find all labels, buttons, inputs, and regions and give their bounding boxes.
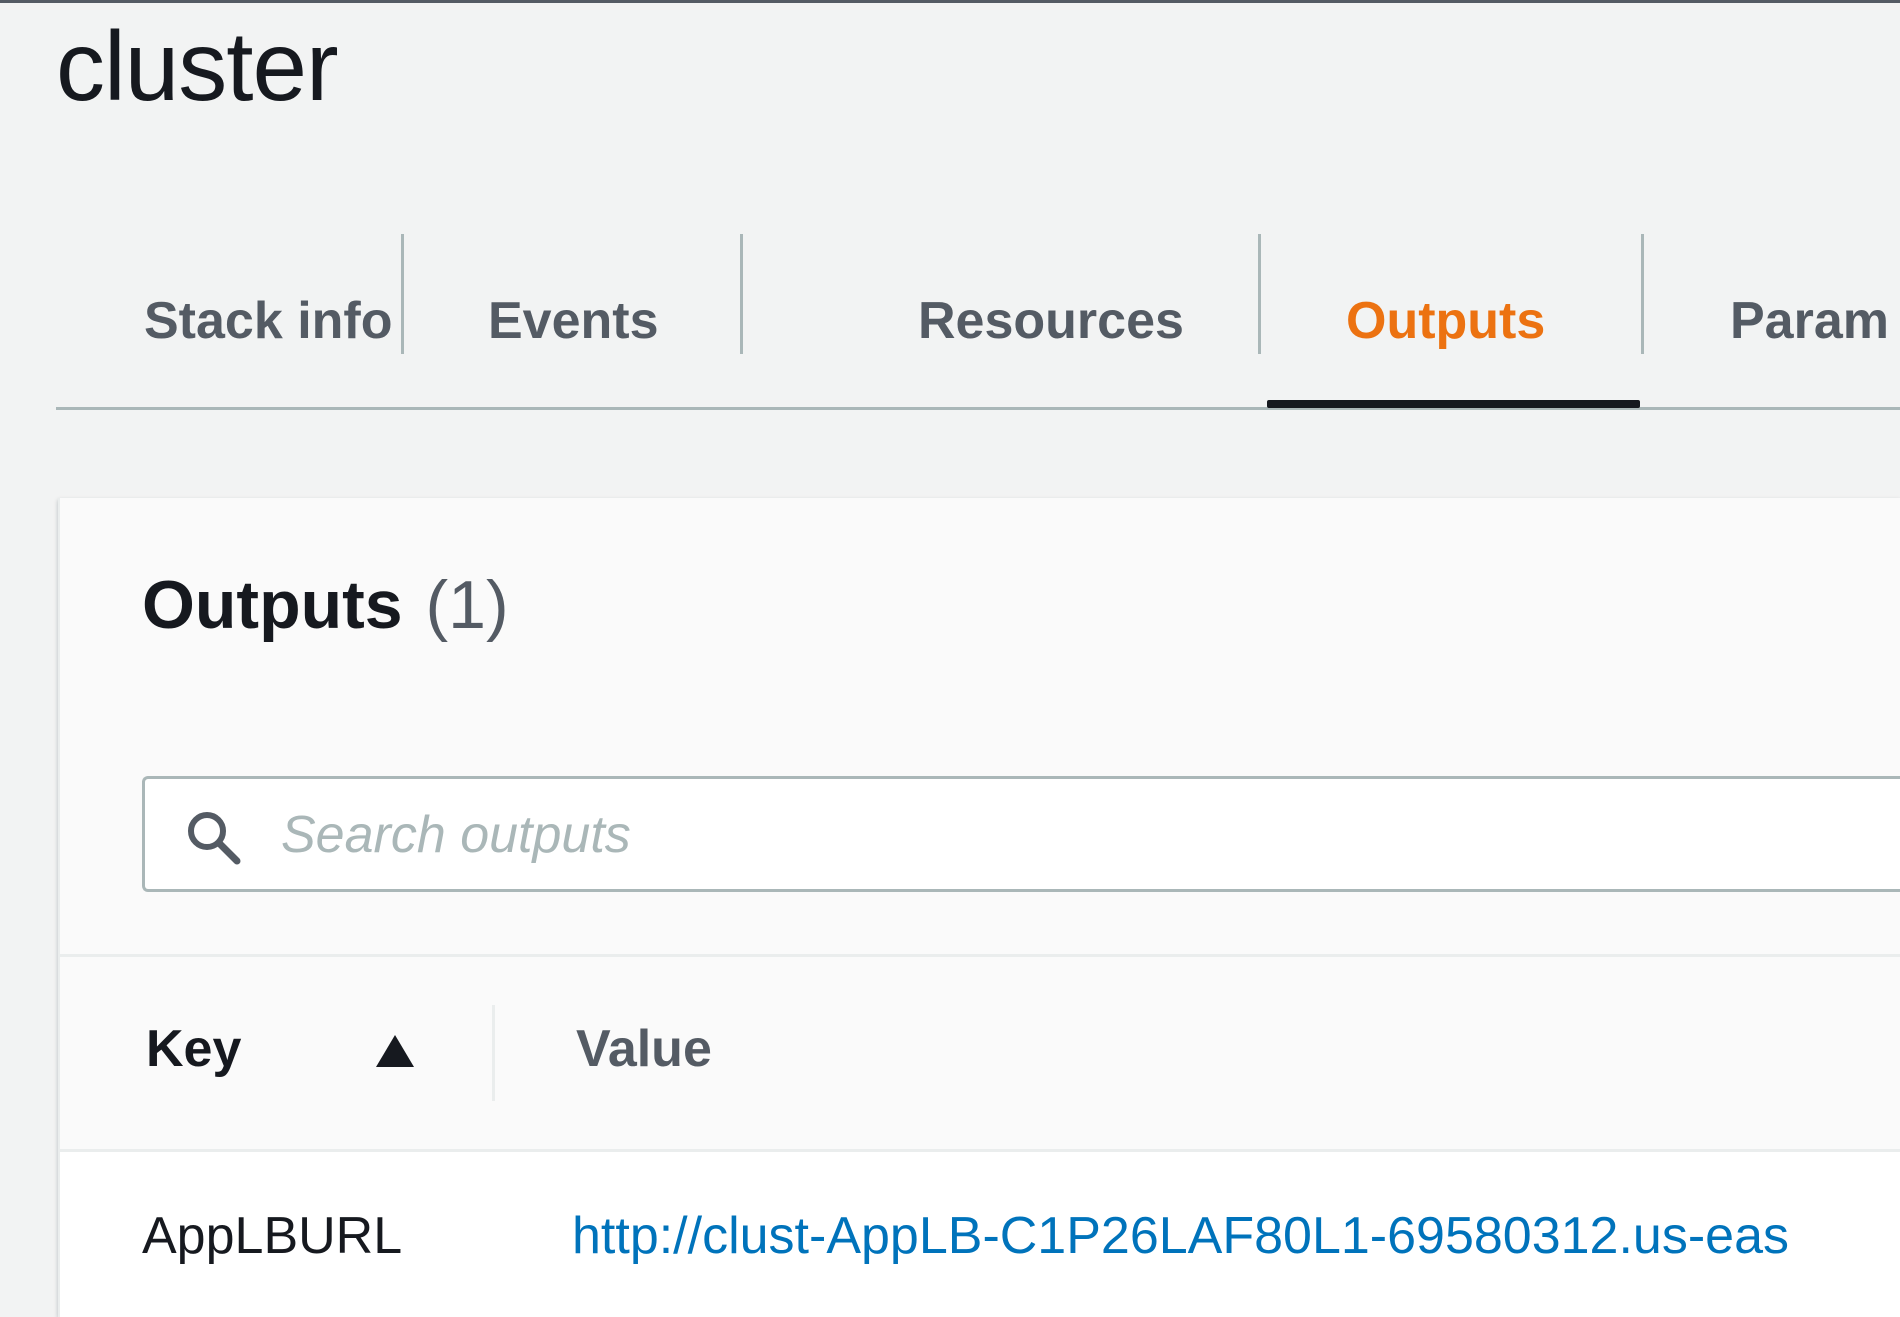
table-header: Key Value: [60, 957, 1900, 1149]
tab-outputs[interactable]: Outputs: [1346, 232, 1545, 410]
output-value-link[interactable]: http://clust-AppLB-C1P26LAF80L1-69580312…: [572, 1206, 1789, 1266]
tab-separator: [740, 234, 743, 354]
search-box: [142, 776, 1900, 892]
tab-separator: [401, 234, 404, 354]
table-row: AppLBURL http://clust-AppLB-C1P26LAF80L1…: [60, 1152, 1900, 1317]
tab-resources[interactable]: Resources: [918, 232, 1184, 410]
active-tab-indicator: [1267, 400, 1640, 408]
search-icon: [188, 812, 241, 865]
column-header-value[interactable]: Value: [576, 1019, 712, 1079]
page-title: cluster: [56, 11, 339, 121]
outputs-panel: Outputs (1) Key Value AppLBURL http://cl…: [58, 498, 1900, 1317]
outputs-title: Outputs: [142, 567, 403, 643]
tab-events[interactable]: Events: [488, 232, 659, 410]
column-header-key[interactable]: Key: [146, 1019, 241, 1079]
tab-bar: Stack info Events Resources Outputs Para…: [56, 232, 1900, 410]
output-key-cell: AppLBURL: [142, 1207, 403, 1265]
tab-stack-info[interactable]: Stack info: [144, 232, 393, 410]
outputs-header: Outputs (1): [142, 566, 509, 644]
top-border: [0, 0, 1900, 3]
tab-parameters[interactable]: Param: [1730, 232, 1889, 410]
search-outputs-input[interactable]: [281, 797, 1881, 873]
column-separator[interactable]: [492, 1005, 495, 1101]
tab-separator: [1641, 234, 1644, 354]
tab-separator: [1258, 234, 1261, 354]
sort-ascending-icon[interactable]: [374, 1033, 416, 1069]
outputs-count: (1): [425, 567, 509, 643]
